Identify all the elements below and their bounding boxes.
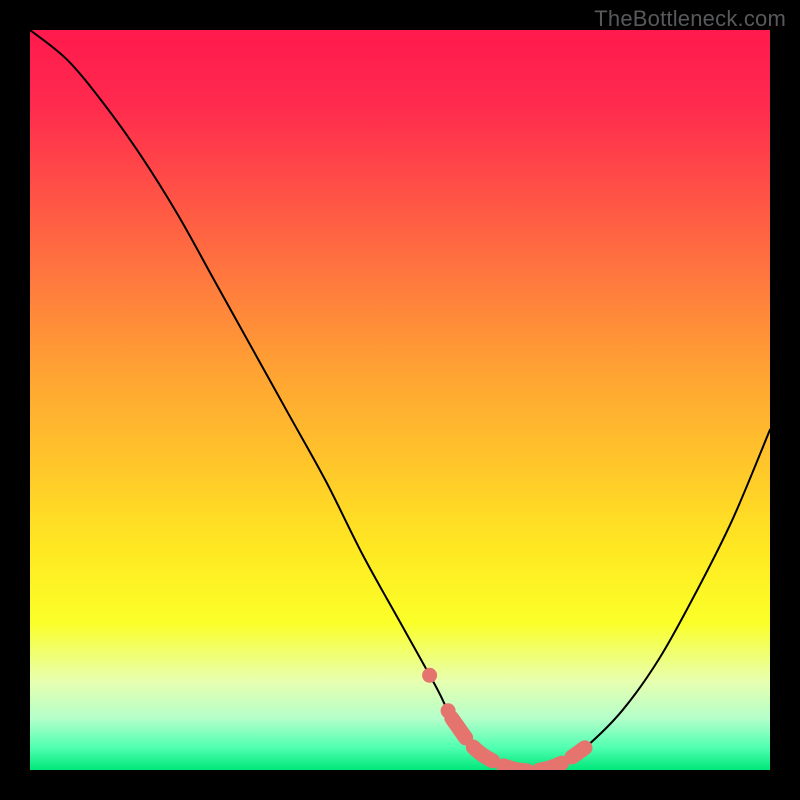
marker-dot-2 bbox=[441, 703, 456, 718]
marker-dot-1 bbox=[422, 668, 437, 683]
plot-area bbox=[30, 30, 770, 770]
curve-layer bbox=[30, 30, 770, 770]
watermark-text: TheBottleneck.com bbox=[594, 6, 786, 32]
bottleneck-curve bbox=[30, 30, 770, 770]
optimal-band bbox=[452, 718, 585, 770]
chart-frame: TheBottleneck.com bbox=[0, 0, 800, 800]
